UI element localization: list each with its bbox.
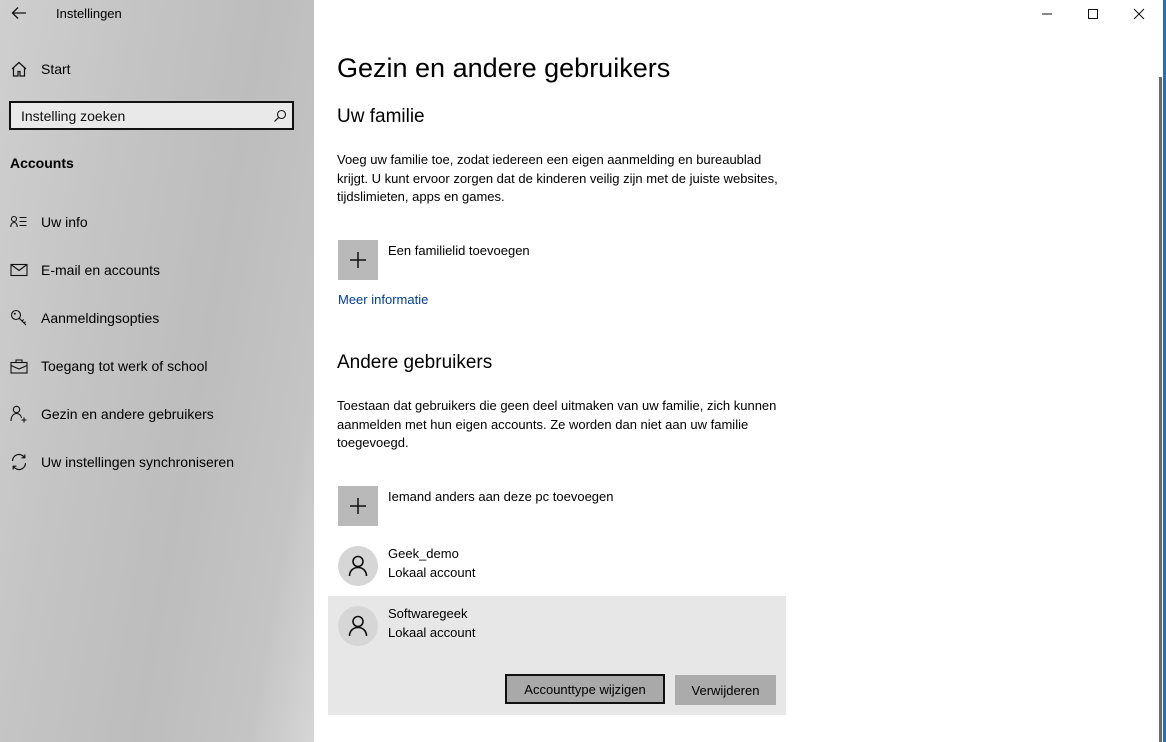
minimize-button[interactable] <box>1024 0 1070 28</box>
more-info-link[interactable]: Meer informatie <box>338 292 428 307</box>
arrow-left-icon <box>11 7 26 19</box>
maximize-icon <box>1088 9 1098 19</box>
sidebar-item-sign-in-options[interactable]: Aanmeldingsopties <box>0 294 314 342</box>
remove-button[interactable]: Verwijderen <box>675 675 776 705</box>
add-other-user-button[interactable]: Iemand anders aan deze pc toevoegen <box>338 486 614 526</box>
user-account-type: Lokaal account <box>388 625 476 640</box>
user-name: Geek_demo <box>388 546 459 561</box>
sidebar-item-label: Uw info <box>41 214 88 230</box>
other-users-heading: Andere gebruikers <box>337 352 493 373</box>
user-account-type: Lokaal account <box>388 565 476 580</box>
plus-icon <box>350 252 366 268</box>
add-family-member-button[interactable]: Een familielid toevoegen <box>338 240 530 280</box>
sidebar-item-work-school[interactable]: Toegang tot werk of school <box>0 342 314 390</box>
sidebar-item-uw-info[interactable]: Uw info <box>0 198 314 246</box>
avatar <box>338 546 378 586</box>
sidebar-item-label: Gezin en andere gebruikers <box>41 406 214 422</box>
section-label-accounts: Accounts <box>10 155 74 171</box>
add-person-icon <box>9 404 29 424</box>
search-icon[interactable] <box>268 109 292 123</box>
family-description: Voeg uw familie toe, zodat iedereen een … <box>337 152 778 204</box>
user-item-softwaregeek[interactable]: Softwaregeek Lokaal account <box>338 606 475 646</box>
person-icon <box>348 615 368 637</box>
person-icon <box>348 555 368 577</box>
scrollbar[interactable] <box>1159 77 1162 742</box>
sidebar-item-email[interactable]: E-mail en accounts <box>0 246 314 294</box>
mail-icon <box>9 260 29 280</box>
search-input[interactable] <box>11 106 268 125</box>
window-controls <box>1024 0 1162 28</box>
add-family-member-label: Een familielid toevoegen <box>388 243 530 258</box>
user-name: Softwaregeek <box>388 606 468 621</box>
sidebar: Instellingen Start Accounts Uw info E-ma… <box>0 0 314 742</box>
key-icon <box>9 308 29 328</box>
add-other-user-label: Iemand anders aan deze pc toevoegen <box>388 489 614 504</box>
plus-icon <box>350 498 366 514</box>
maximize-button[interactable] <box>1070 0 1116 28</box>
sidebar-item-label: E-mail en accounts <box>41 262 161 278</box>
sidebar-item-family-users[interactable]: Gezin en andere gebruikers <box>0 390 314 438</box>
sidebar-item-label: Toegang tot werk of school <box>41 358 208 374</box>
sidebar-item-label: Aanmeldingsopties <box>41 310 160 326</box>
briefcase-icon <box>9 356 29 376</box>
contact-info-icon <box>9 212 29 232</box>
avatar <box>338 606 378 646</box>
nav-list: Uw info E-mail en accounts Aanmeldingsop… <box>0 198 314 486</box>
other-users-description: Toestaan dat gebruikers die geen deel ui… <box>337 398 777 450</box>
page-title: Gezin en andere gebruikers <box>337 53 671 83</box>
sidebar-item-sync[interactable]: Uw instellingen synchroniseren <box>0 438 314 486</box>
app-title: Instellingen <box>56 6 122 21</box>
close-button[interactable] <box>1116 0 1162 28</box>
minimize-icon <box>1042 13 1052 15</box>
change-account-type-button[interactable]: Accounttype wijzigen <box>505 674 665 704</box>
sync-icon <box>9 452 29 472</box>
search-box[interactable] <box>9 101 294 130</box>
plus-tile <box>338 486 378 526</box>
sidebar-item-label: Uw instellingen synchroniseren <box>41 454 234 470</box>
family-heading: Uw familie <box>337 106 425 127</box>
nav-home-label: Start <box>41 61 71 77</box>
user-item-geek-demo[interactable]: Geek_demo Lokaal account <box>338 546 475 586</box>
plus-tile <box>338 240 378 280</box>
nav-home[interactable]: Start <box>10 60 71 78</box>
home-icon <box>11 61 27 77</box>
back-button[interactable] <box>8 2 30 24</box>
close-icon <box>1133 8 1145 20</box>
